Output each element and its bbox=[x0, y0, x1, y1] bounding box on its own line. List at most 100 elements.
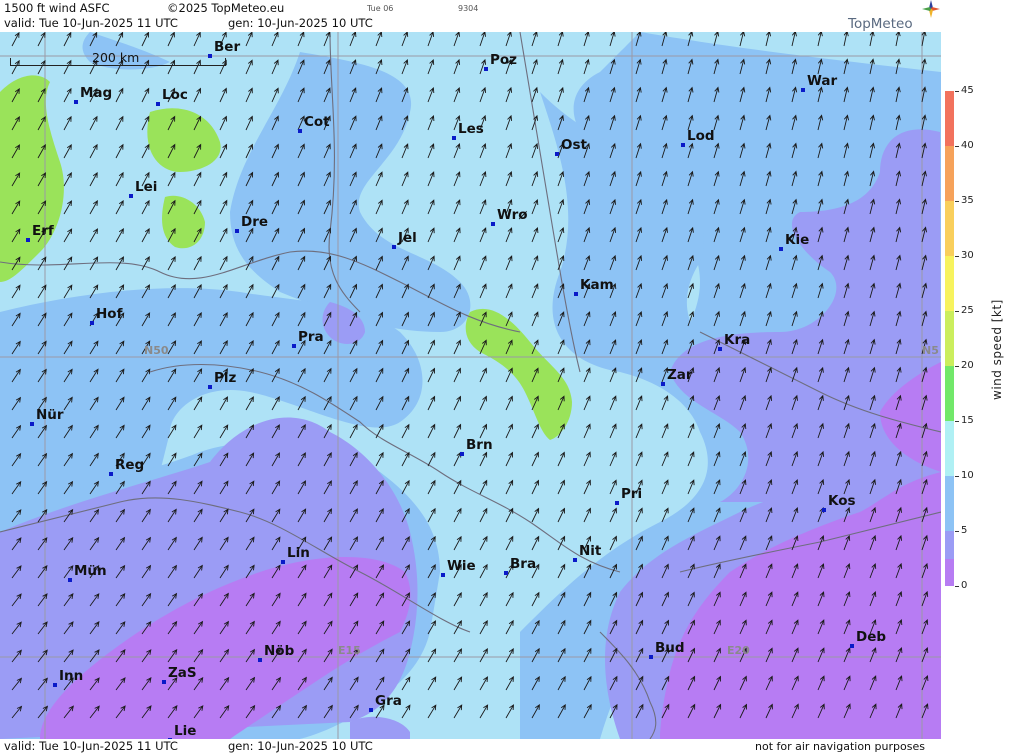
city-label: Lei bbox=[135, 179, 158, 195]
day-code: Tue 06 bbox=[367, 4, 394, 13]
city-dot-icon bbox=[801, 88, 805, 92]
legend-tick-label: 0 bbox=[961, 580, 968, 591]
legend-units: wind speed [kt] bbox=[990, 299, 1004, 400]
city-dot-icon bbox=[30, 422, 34, 426]
wind-map[interactable]: 200 km N50 N5 E15 E20 Ber Poz Mag Loc Wa… bbox=[0, 32, 941, 739]
city-label: Pra bbox=[298, 329, 324, 345]
run-code: 9304 bbox=[458, 4, 479, 13]
city-label: Poz bbox=[490, 52, 518, 68]
legend-tick-label: 20 bbox=[961, 360, 974, 371]
city-dot-icon bbox=[504, 571, 508, 575]
scale-bar: 200 km bbox=[10, 50, 226, 68]
city-dot-icon bbox=[369, 708, 373, 712]
city-label: Plz bbox=[214, 370, 237, 386]
city-dot-icon bbox=[109, 472, 113, 476]
logo-text: TopMeteo bbox=[848, 16, 913, 32]
city-label: Kra bbox=[724, 332, 751, 348]
legend-tick-label: 25 bbox=[961, 305, 974, 316]
city-dot-icon bbox=[573, 558, 577, 562]
city-label: Deb bbox=[856, 629, 887, 645]
color-swatch bbox=[945, 91, 954, 146]
color-swatch bbox=[945, 256, 954, 311]
color-swatch bbox=[945, 558, 954, 586]
color-swatch bbox=[945, 366, 954, 421]
topmeteo-logo[interactable]: TopMeteo bbox=[848, 0, 940, 32]
city-label: War bbox=[807, 73, 838, 89]
city-label: Bud bbox=[655, 640, 685, 656]
legend-tick bbox=[955, 256, 959, 257]
legend-tick bbox=[955, 586, 959, 587]
legend-tick-label: 45 bbox=[961, 85, 974, 96]
city-dot-icon bbox=[615, 501, 619, 505]
grid-label-lat-edge: N5 bbox=[922, 344, 939, 357]
city-label: Nöb bbox=[264, 643, 295, 659]
city-label: Reg bbox=[115, 457, 145, 473]
city-dot-icon bbox=[779, 247, 783, 251]
city-dot-icon bbox=[298, 129, 302, 133]
city-dot-icon bbox=[574, 292, 578, 296]
wind-field-layer bbox=[0, 32, 941, 739]
legend-tick bbox=[955, 531, 959, 532]
city-dot-icon bbox=[649, 655, 653, 659]
city-dot-icon bbox=[258, 658, 262, 662]
city-dot-icon bbox=[26, 238, 30, 242]
city-label: Nür bbox=[36, 407, 64, 423]
city-label: Lin bbox=[287, 545, 310, 561]
city-dot-icon bbox=[392, 245, 396, 249]
disclaimer: not for air navigation purposes bbox=[755, 740, 925, 753]
legend-tick bbox=[955, 201, 959, 202]
city-label: Dre bbox=[241, 214, 269, 230]
city-label: Ost bbox=[561, 137, 587, 153]
legend-tick bbox=[955, 146, 959, 147]
footer-valid-time: valid: Tue 10-Jun-2025 11 UTC bbox=[4, 739, 178, 753]
legend-tick bbox=[955, 366, 959, 367]
city-dot-icon bbox=[661, 382, 665, 386]
city-dot-icon bbox=[491, 222, 495, 226]
city-dot-icon bbox=[162, 680, 166, 684]
gen-time: gen: 10-Jun-2025 10 UTC bbox=[228, 16, 373, 30]
city-dot-icon bbox=[484, 67, 488, 71]
city-label: Ber bbox=[214, 39, 241, 55]
legend-tick-label: 10 bbox=[961, 470, 974, 481]
legend-tick-label: 15 bbox=[961, 415, 974, 426]
legend-tick-label: 30 bbox=[961, 250, 974, 261]
city-dot-icon bbox=[90, 321, 94, 325]
city-dot-icon bbox=[850, 644, 854, 648]
legend-tick-label: 5 bbox=[961, 525, 968, 536]
legend-tick bbox=[955, 476, 959, 477]
city-label: Bra bbox=[510, 556, 537, 572]
grid-label-lon: E15 bbox=[338, 644, 361, 657]
city-label: Pri bbox=[621, 486, 643, 502]
city-label: Jel bbox=[398, 230, 417, 246]
city-label: Gra bbox=[375, 693, 402, 709]
city-dot-icon bbox=[208, 54, 212, 58]
city-label: Hof bbox=[96, 306, 123, 322]
city-dot-icon bbox=[452, 136, 456, 140]
valid-time: valid: Tue 10-Jun-2025 11 UTC bbox=[4, 16, 178, 30]
city-dot-icon bbox=[208, 385, 212, 389]
color-swatch bbox=[945, 476, 954, 531]
city-label: ZaS bbox=[168, 665, 197, 681]
product-title: 1500 ft wind ASFC bbox=[4, 1, 110, 15]
city-dot-icon bbox=[292, 344, 296, 348]
color-swatch bbox=[945, 146, 954, 201]
city-label: Lod bbox=[687, 128, 715, 144]
color-swatch bbox=[945, 311, 954, 366]
legend-tick-label: 40 bbox=[961, 140, 974, 151]
city-dot-icon bbox=[156, 102, 160, 106]
city-dot-icon bbox=[129, 194, 133, 198]
legend-tick bbox=[955, 311, 959, 312]
city-label: Mün bbox=[74, 563, 107, 579]
legend-tick-label: 35 bbox=[961, 195, 974, 206]
city-label: Nit bbox=[579, 543, 602, 559]
scale-label: 200 km bbox=[92, 50, 140, 65]
city-dot-icon bbox=[460, 452, 464, 456]
city-label: Kie bbox=[785, 232, 810, 248]
legend-tick bbox=[955, 91, 959, 92]
city-dot-icon bbox=[235, 229, 239, 233]
city-label: Wie bbox=[447, 558, 476, 574]
city-label: Cot bbox=[304, 114, 330, 130]
city-label: Mag bbox=[80, 85, 113, 101]
city-dot-icon bbox=[74, 100, 78, 104]
city-dot-icon bbox=[681, 143, 685, 147]
